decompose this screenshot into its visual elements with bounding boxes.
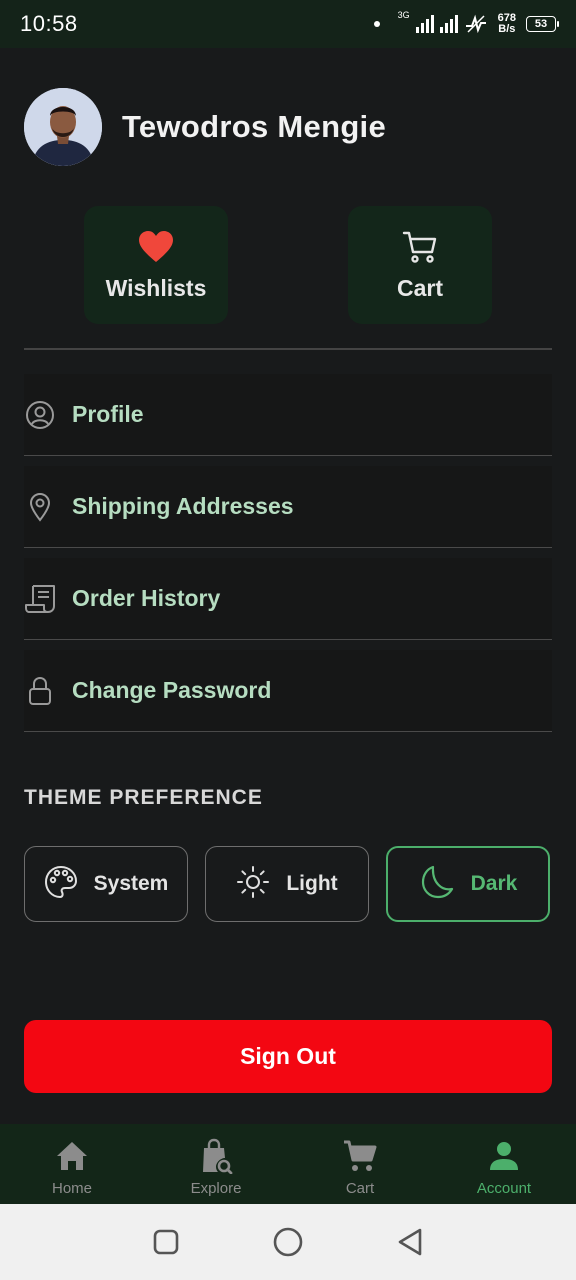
home-icon	[55, 1138, 89, 1174]
status-time: 10:58	[20, 11, 78, 36]
theme-label-dark: Dark	[470, 872, 518, 895]
recent-apps-icon[interactable]	[152, 1228, 180, 1256]
wishlists-label: Wishlists	[105, 274, 207, 301]
menu-item-profile[interactable]: Profile	[24, 374, 552, 456]
nav-label-account: Account	[476, 1180, 532, 1197]
network-type: 3G	[397, 10, 410, 20]
theme-section-title: THEME PREFERENCE	[24, 786, 263, 809]
theme-label-light: Light	[286, 872, 338, 895]
nav-item-account[interactable]: Account	[432, 1124, 576, 1204]
cart-tile[interactable]: Cart	[348, 206, 492, 324]
nav-label-home: Home	[51, 1180, 92, 1197]
theme-option-system[interactable]: System	[24, 846, 188, 922]
user-circle-icon	[24, 399, 56, 431]
cart-icon	[402, 229, 438, 265]
menu-item-shipping-addresses[interactable]: Shipping Addresses	[24, 466, 552, 548]
sign-out-button[interactable]: Sign Out	[24, 1020, 552, 1093]
wifi-off-icon	[465, 14, 486, 34]
menu-label-profile: Profile	[72, 401, 144, 427]
explore-bag-icon	[199, 1138, 233, 1174]
receipt-icon	[24, 583, 56, 615]
notification-dot-icon	[373, 21, 380, 27]
moon-icon	[419, 864, 455, 905]
nav-item-explore[interactable]: Explore	[144, 1124, 288, 1204]
theme-option-dark[interactable]: Dark	[386, 846, 550, 922]
menu-label-change-password: Change Password	[72, 677, 272, 703]
heart-icon	[138, 229, 174, 265]
account-icon	[487, 1138, 521, 1174]
nav-item-cart[interactable]: Cart	[288, 1124, 432, 1204]
signal-icon	[415, 15, 434, 33]
cart-icon	[343, 1138, 377, 1174]
lock-icon	[24, 675, 56, 707]
cart-label: Cart	[396, 274, 443, 301]
signal-icon-2	[439, 15, 458, 33]
sun-icon	[236, 865, 270, 904]
menu-item-change-password[interactable]: Change Password	[24, 650, 552, 732]
system-navigation-bar	[0, 1204, 576, 1280]
avatar-photo	[24, 88, 102, 166]
back-triangle-icon[interactable]	[396, 1227, 424, 1257]
palette-icon	[44, 865, 78, 904]
status-bar: 10:58 3G 678 B/s 53	[0, 0, 576, 48]
divider	[24, 348, 552, 350]
nav-label-cart: Cart	[345, 1180, 375, 1197]
nav-label-explore: Explore	[190, 1180, 242, 1197]
profile-header: Tewodros Mengie	[24, 88, 386, 166]
network-speed: 678 B/s	[497, 12, 516, 35]
wishlists-tile[interactable]: Wishlists	[84, 206, 228, 324]
location-pin-icon	[24, 491, 56, 523]
menu-label-order-history: Order History	[72, 585, 221, 611]
home-circle-icon[interactable]	[272, 1226, 304, 1258]
nav-item-home[interactable]: Home	[0, 1124, 144, 1204]
user-name: Tewodros Mengie	[122, 109, 387, 144]
theme-label-system: System	[93, 872, 169, 895]
theme-option-light[interactable]: Light	[205, 846, 369, 922]
menu-item-order-history[interactable]: Order History	[24, 558, 552, 640]
status-indicators: 3G 678 B/s 53	[373, 10, 559, 35]
bottom-nav: Home Explore Cart Account	[0, 1124, 576, 1204]
menu-label-shipping-addresses: Shipping Addresses	[72, 493, 294, 519]
battery-icon: 53	[526, 16, 559, 32]
avatar[interactable]	[24, 88, 102, 166]
account-screen: 10:58 3G 678 B/s 53 Tewodros Mengie Wish…	[0, 0, 576, 1280]
